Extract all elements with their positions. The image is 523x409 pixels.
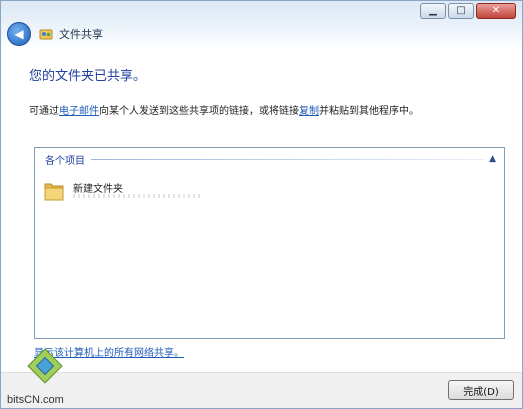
- wizard-header: ◀ 文件共享: [1, 21, 522, 47]
- email-link[interactable]: 电子邮件: [59, 106, 99, 117]
- folder-icon: [44, 183, 64, 201]
- file-sharing-icon: [39, 29, 53, 40]
- watermark-logo-icon: [27, 348, 63, 384]
- watermark-text: bitsCN.com: [7, 394, 64, 406]
- main-content: 您的文件夹已共享。 可通过电子邮件向某个人发送到这些共享项的链接，或将链接复制并…: [29, 65, 494, 117]
- done-button[interactable]: 完成(D): [448, 380, 514, 400]
- list-item[interactable]: 新建文件夹: [43, 178, 203, 202]
- group-label: 各个项目: [45, 155, 85, 167]
- page-headline: 您的文件夹已共享。: [29, 69, 147, 84]
- minimize-button[interactable]: ▁: [420, 3, 446, 19]
- close-icon: ✕: [491, 5, 501, 16]
- description-prefix: 可通过: [29, 106, 59, 117]
- copy-link[interactable]: 复制: [299, 106, 319, 117]
- share-description: 可通过电子邮件向某个人发送到这些共享项的链接，或将链接复制并粘贴到其他程序中。: [29, 102, 494, 117]
- shared-items-list[interactable]: 各个项目 ▲ 新建文件夹: [34, 147, 505, 339]
- item-name: 新建文件夹: [73, 184, 123, 195]
- window-title: 文件共享: [59, 28, 103, 41]
- collapse-icon[interactable]: ▲: [489, 154, 496, 164]
- watermark: bitsCN.com: [3, 348, 93, 406]
- description-suffix: 并粘贴到其他程序中。: [319, 106, 419, 117]
- description-middle: 向某个人发送到这些共享项的链接，或将链接: [99, 106, 299, 117]
- close-button[interactable]: ✕: [476, 3, 516, 19]
- maximize-icon: □: [456, 5, 466, 16]
- back-button[interactable]: ◀: [7, 22, 31, 46]
- caption-buttons: ▁ □ ✕: [420, 3, 516, 19]
- minimize-icon: ▁: [429, 5, 437, 16]
- file-sharing-window: ▁ □ ✕ ◀ 文件共享 您的文件夹已共享。 可通过电子邮件向某个人发送到这些共…: [0, 0, 523, 409]
- group-divider: [91, 158, 486, 160]
- maximize-button[interactable]: □: [448, 3, 474, 19]
- item-detail-placeholder: [73, 194, 203, 198]
- back-arrow-icon: ◀: [14, 27, 24, 41]
- group-header[interactable]: 各个项目 ▲: [45, 152, 496, 167]
